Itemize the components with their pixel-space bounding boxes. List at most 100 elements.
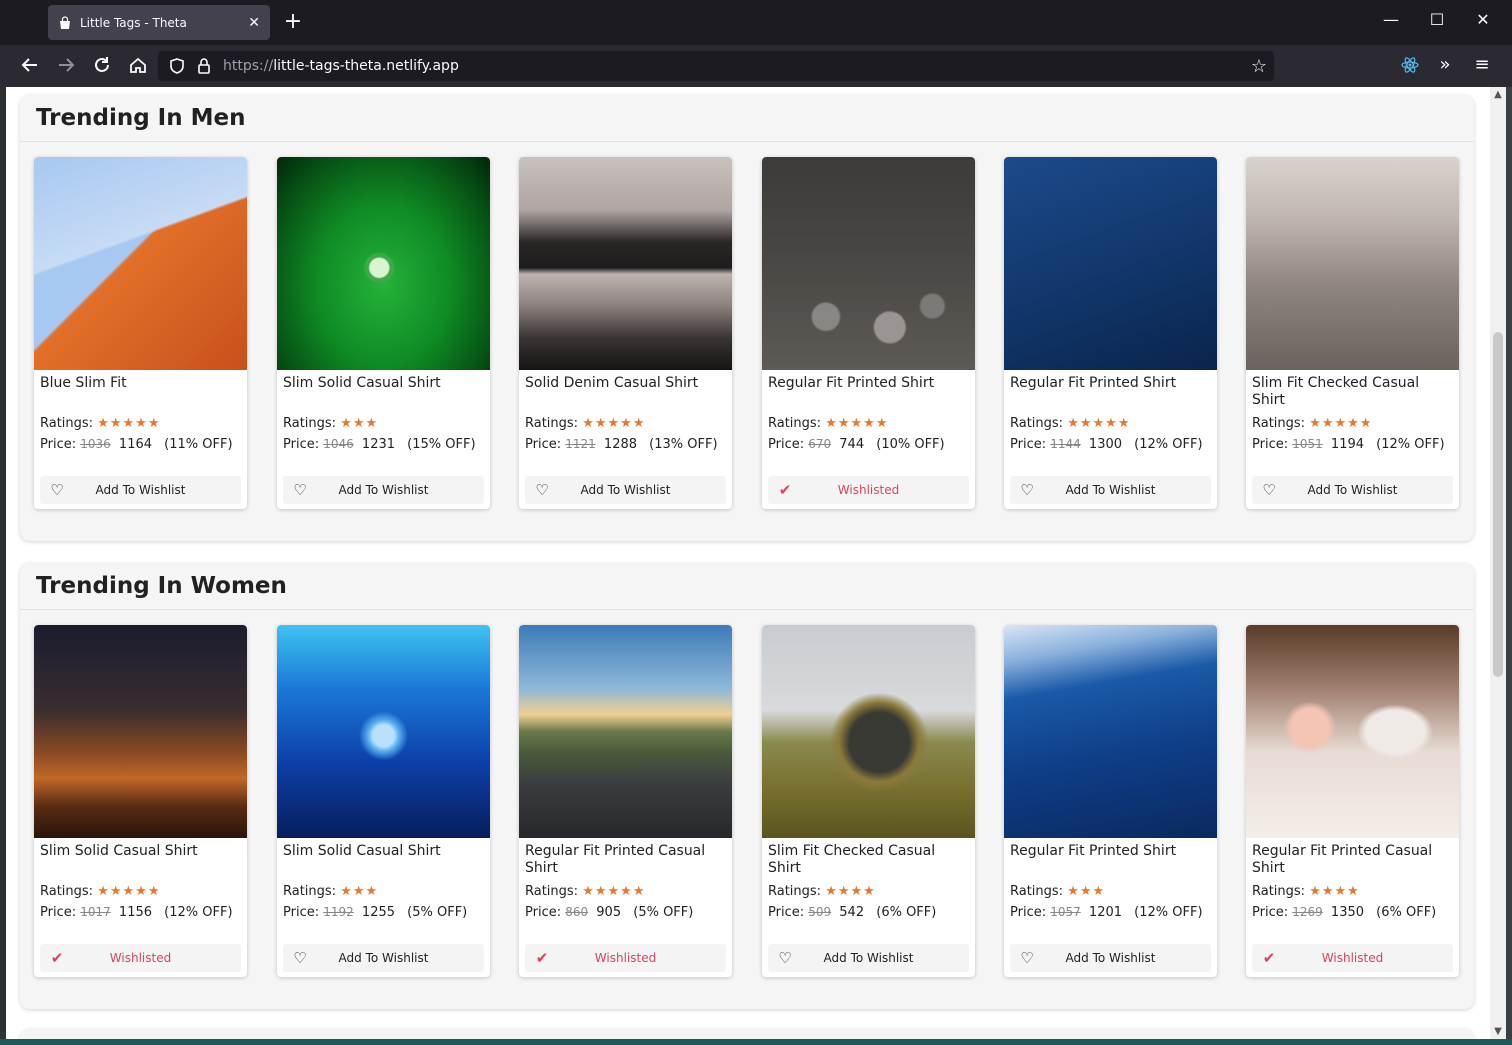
blue-wave-icon[interactable] <box>1004 625 1217 838</box>
product-name[interactable]: Slim Fit Checked Casual Shirt <box>768 843 968 877</box>
original-price: 670 <box>808 437 832 451</box>
ratings-label: Ratings: <box>525 416 579 431</box>
checkmark-icon: ✔ <box>778 481 792 499</box>
scrollbar[interactable]: ▲ ▼ <box>1490 87 1506 1039</box>
maximize-icon[interactable]: ☐ <box>1427 10 1447 29</box>
browser-tab[interactable]: Little Tags - Theta ✕ <box>48 5 270 40</box>
sale-price: 905 <box>596 905 622 920</box>
close-window-icon[interactable]: ✕ <box>1473 10 1493 29</box>
heart-icon: ♡ <box>778 949 792 967</box>
wishlist-label: Add To Wishlist <box>338 483 429 497</box>
product-name[interactable]: Regular Fit Printed Shirt <box>1010 375 1210 392</box>
tab-title: Little Tags - Theta <box>80 15 187 30</box>
product-card[interactable]: Slim Solid Casual Shirt Ratings: ★★★ Pri… <box>277 625 490 977</box>
forward-icon[interactable] <box>55 54 77 76</box>
scroll-down-icon[interactable]: ▼ <box>1490 1026 1506 1037</box>
product-card[interactable]: Regular Fit Printed Casual Shirt Ratings… <box>1246 625 1459 977</box>
add-to-wishlist-button[interactable]: ♡ Add To Wishlist <box>768 944 969 972</box>
product-card[interactable]: Regular Fit Printed Shirt Ratings: ★★★★★… <box>762 157 975 509</box>
discount-badge: (6% OFF) <box>1376 905 1437 920</box>
river-stones-icon[interactable] <box>762 157 975 370</box>
new-tab-icon[interactable]: + <box>282 10 304 34</box>
wishlist-label: Wishlisted <box>837 483 900 497</box>
bookmark-star-icon[interactable]: ☆ <box>1251 56 1267 77</box>
reload-icon[interactable] <box>91 54 113 76</box>
night-desert-icon[interactable] <box>34 625 247 838</box>
checkmark-icon: ✔ <box>50 949 64 967</box>
ocean-water-icon[interactable] <box>1004 157 1217 370</box>
price-label: Price: <box>283 905 320 920</box>
old-truck-icon[interactable] <box>762 625 975 838</box>
product-card[interactable]: Slim Solid Casual Shirt Ratings: ★★★★★ P… <box>34 625 247 977</box>
product-card[interactable]: Slim Fit Checked Casual Shirt Ratings: ★… <box>1246 157 1459 509</box>
ratings-label: Ratings: <box>768 884 822 899</box>
discount-badge: (12% OFF) <box>1134 437 1203 452</box>
product-price: Price: 509 542 (6% OFF) <box>768 905 936 920</box>
leaf-droplet-icon[interactable] <box>277 157 490 370</box>
product-name[interactable]: Slim Solid Casual Shirt <box>283 375 483 392</box>
back-icon[interactable] <box>19 54 41 76</box>
product-card[interactable]: Solid Denim Casual Shirt Ratings: ★★★★★ … <box>519 157 732 509</box>
product-price: Price: 1051 1194 (12% OFF) <box>1252 437 1445 452</box>
url-text[interactable]: https://little-tags-theta.netlify.app <box>223 58 459 74</box>
react-devtools-icon[interactable] <box>1399 54 1421 76</box>
product-card[interactable]: Regular Fit Printed Shirt Ratings: ★★★★★… <box>1004 157 1217 509</box>
product-card[interactable]: Blue Slim Fit Ratings: ★★★★★ Price: 1036… <box>34 157 247 509</box>
scroll-up-icon[interactable]: ▲ <box>1490 89 1506 100</box>
add-to-wishlist-button[interactable]: ♡ Add To Wishlist <box>525 476 726 504</box>
sale-price: 1164 <box>118 437 153 452</box>
home-icon[interactable] <box>127 54 149 76</box>
teacup-flower-icon[interactable] <box>1246 625 1459 838</box>
original-price: 509 <box>808 905 832 919</box>
desert-dune-icon[interactable] <box>34 157 247 370</box>
product-name[interactable]: Regular Fit Printed Shirt <box>1010 843 1210 860</box>
product-price: Price: 1144 1300 (12% OFF) <box>1010 437 1203 452</box>
url-bar[interactable]: https://little-tags-theta.netlify.app ☆ <box>158 51 1274 81</box>
scrollbar-thumb[interactable] <box>1493 332 1503 677</box>
menu-icon[interactable]: ≡ <box>1471 54 1493 76</box>
wishlisted-button[interactable]: ✔ Wishlisted <box>40 944 241 972</box>
section-title: Trending In Men <box>36 105 246 131</box>
star-rating-icon: ★★★ <box>340 884 379 899</box>
product-name[interactable]: Regular Fit Printed Casual Shirt <box>525 843 725 877</box>
star-rating-icon: ★★★★★ <box>1309 416 1373 431</box>
product-name[interactable]: Regular Fit Printed Casual Shirt <box>1252 843 1452 877</box>
add-to-wishlist-button[interactable]: ♡ Add To Wishlist <box>283 476 484 504</box>
wishlist-label: Add To Wishlist <box>338 951 429 965</box>
wishlisted-button[interactable]: ✔ Wishlisted <box>1252 944 1453 972</box>
shield-icon[interactable] <box>168 57 186 79</box>
minimize-icon[interactable]: — <box>1381 10 1401 29</box>
discount-badge: (5% OFF) <box>633 905 694 920</box>
discount-badge: (15% OFF) <box>407 437 476 452</box>
add-to-wishlist-button[interactable]: ♡ Add To Wishlist <box>283 944 484 972</box>
wishlisted-button[interactable]: ✔ Wishlisted <box>525 944 726 972</box>
add-to-wishlist-button[interactable]: ♡ Add To Wishlist <box>1010 944 1211 972</box>
ratings-label: Ratings: <box>525 884 579 899</box>
forest-lake-icon[interactable] <box>519 157 732 370</box>
product-card[interactable]: Slim Fit Checked Casual Shirt Ratings: ★… <box>762 625 975 977</box>
product-card[interactable]: Regular Fit Printed Casual Shirt Ratings… <box>519 625 732 977</box>
city-aerial-icon[interactable] <box>1246 157 1459 370</box>
jellyfish-icon[interactable] <box>277 625 490 838</box>
product-name[interactable]: Slim Solid Casual Shirt <box>40 843 240 860</box>
star-rating-icon: ★★★★★ <box>582 416 646 431</box>
add-to-wishlist-button[interactable]: ♡ Add To Wishlist <box>40 476 241 504</box>
product-name[interactable]: Solid Denim Casual Shirt <box>525 375 725 392</box>
product-card[interactable]: Slim Solid Casual Shirt Ratings: ★★★ Pri… <box>277 157 490 509</box>
close-tab-icon[interactable]: ✕ <box>248 15 260 31</box>
product-name[interactable]: Blue Slim Fit <box>40 375 240 392</box>
add-to-wishlist-button[interactable]: ♡ Add To Wishlist <box>1010 476 1211 504</box>
product-card[interactable]: Regular Fit Printed Shirt Ratings: ★★★ P… <box>1004 625 1217 977</box>
lock-icon[interactable] <box>196 57 212 79</box>
product-name[interactable]: Slim Solid Casual Shirt <box>283 843 483 860</box>
extensions-overflow-icon[interactable]: » <box>1434 54 1456 76</box>
product-name[interactable]: Slim Fit Checked Casual Shirt <box>1252 375 1452 409</box>
product-name[interactable]: Regular Fit Printed Shirt <box>768 375 968 392</box>
heart-icon: ♡ <box>535 481 549 499</box>
nav-bar: https://little-tags-theta.netlify.app ☆ … <box>0 45 1512 87</box>
mountain-road-icon[interactable] <box>519 625 732 838</box>
price-label: Price: <box>40 437 77 452</box>
add-to-wishlist-button[interactable]: ♡ Add To Wishlist <box>1252 476 1453 504</box>
wishlisted-button[interactable]: ✔ Wishlisted <box>768 476 969 504</box>
price-label: Price: <box>525 437 562 452</box>
